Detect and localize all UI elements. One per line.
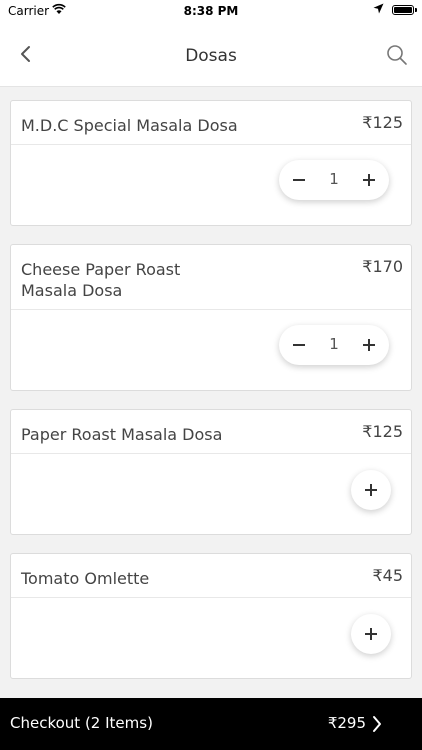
page-title: Dosas <box>185 46 237 66</box>
menu-item-card: Cheese Paper Roast Masala Dosa ₹170 1 <box>10 244 412 391</box>
item-name: Tomato Omlette <box>21 569 150 588</box>
item-name: Cheese Paper Roast Masala Dosa <box>21 260 181 300</box>
plus-icon <box>365 628 377 640</box>
minus-icon <box>293 344 305 346</box>
add-button[interactable] <box>351 614 391 654</box>
quantity-value: 1 <box>329 170 339 188</box>
quantity-stepper: 1 <box>279 160 389 200</box>
plus-icon <box>365 484 377 496</box>
back-chevron-icon[interactable] <box>16 44 36 64</box>
chevron-right-icon <box>373 716 381 732</box>
checkout-button[interactable]: Checkout (2 Items) ₹295 <box>0 698 422 750</box>
item-price: ₹125 <box>362 113 403 132</box>
location-arrow-icon <box>373 3 384 14</box>
status-bar: Carrier 8:38 PM <box>0 0 422 22</box>
search-icon[interactable] <box>386 44 408 66</box>
menu-item-card: Paper Roast Masala Dosa ₹125 <box>10 409 412 535</box>
checkout-total: ₹295 <box>327 714 366 732</box>
minus-icon <box>293 179 305 181</box>
plus-icon <box>363 339 375 351</box>
plus-icon <box>363 174 375 186</box>
battery-icon <box>392 5 417 15</box>
status-time: 8:38 PM <box>183 4 239 18</box>
menu-item-card: Tomato Omlette ₹45 <box>10 553 412 679</box>
decrease-button[interactable] <box>279 325 319 365</box>
item-price: ₹170 <box>362 257 403 276</box>
increase-button[interactable] <box>349 160 389 200</box>
item-name: M.D.C Special Masala Dosa <box>21 116 238 135</box>
item-name: Paper Roast Masala Dosa <box>21 425 223 444</box>
quantity-stepper: 1 <box>279 325 389 365</box>
menu-item-card: M.D.C Special Masala Dosa ₹125 1 <box>10 100 412 226</box>
navigation-bar: Dosas <box>0 22 422 87</box>
checkout-label: Checkout (2 Items) <box>10 714 153 732</box>
decrease-button[interactable] <box>279 160 319 200</box>
item-price: ₹125 <box>362 422 403 441</box>
add-button[interactable] <box>351 470 391 510</box>
menu-item-list[interactable]: M.D.C Special Masala Dosa ₹125 1 Cheese … <box>0 86 422 698</box>
increase-button[interactable] <box>349 325 389 365</box>
item-price: ₹45 <box>372 566 403 585</box>
quantity-value: 1 <box>329 335 339 353</box>
